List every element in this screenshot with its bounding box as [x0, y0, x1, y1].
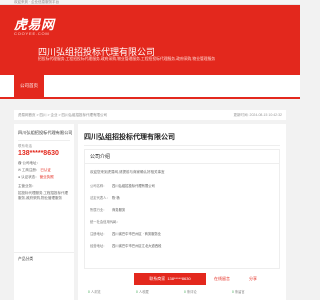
call-label: 联系商家	[149, 276, 166, 281]
info-key: 所属行业：	[90, 208, 107, 212]
page-title: 四川弘组招投标代理有限公司	[84, 134, 175, 141]
user-icon: ●	[18, 175, 21, 179]
sidebar-row-certification: ● 认证状态： 营业执照	[18, 175, 54, 180]
main-content: 四川弘组招投标代理有限公司 公司介绍 欢迎您来到虎易网,请提前与商家确认好相关事…	[78, 124, 286, 300]
info-row: 公司名称： 四川弘组招投标代理有限公司	[90, 183, 155, 188]
stats-bar: 0人浏览 0人收藏 0条评论 0条留言	[84, 288, 280, 300]
company-intro: 公司介绍 欢迎您来到虎易网,请提前与商家确认好相关事宜 公司名称： 四川弘组招投标…	[84, 149, 280, 269]
info-key: 法定代表人：	[90, 196, 110, 200]
sidebar: 四川弘组招投标代理有限公司 联系电话 138*****8630 ☎ 公司地址： …	[14, 124, 74, 300]
nav-item-home[interactable]: 公司首页	[14, 75, 44, 97]
info-row: 所属行业： 商务服务	[90, 207, 125, 212]
breadcrumb[interactable]: 虎易网首页 > 四川 > 企业 > 四川弘组招投标代理有限公司	[18, 110, 107, 120]
sidebar-row-address: ☎ 公司地址：	[18, 161, 40, 166]
product-categories: 产品分类	[14, 252, 74, 300]
main-nav: 公司首页	[0, 75, 300, 99]
info-key: 公司名称：	[90, 184, 107, 188]
logo-text: 虎易网	[14, 17, 55, 32]
stat-label: 条评论	[186, 290, 197, 294]
row-label: 公司地址：	[22, 161, 40, 165]
phone-icon: ☎	[18, 161, 22, 165]
row-label: 工商注册：	[21, 168, 40, 172]
site-logo[interactable]: 虎易网 COOYEE.COM	[14, 18, 55, 36]
sidebar-company-name: 四川弘组招投标代理有限公司	[18, 130, 73, 135]
mail-icon: ✉	[18, 168, 21, 172]
info-row: 注册地址： 四川省巴中市巴州区 · 商务服务业	[90, 231, 161, 236]
stat-favorites: 0人收藏	[136, 289, 149, 294]
contact-bar: 联系商家 138*****8630 在线留言 分享	[84, 272, 280, 286]
info-key: 注册地址：	[90, 232, 107, 236]
intro-header: 公司介绍	[85, 150, 279, 164]
intro-text: 欢迎您来到虎易网,请提前与商家确认好相关事宜	[90, 170, 165, 174]
stat-value: 0	[136, 290, 138, 294]
info-value: 四川省巴中市巴州区 · 商务服务业	[112, 232, 162, 236]
stat-messages: 0条留言	[232, 289, 245, 294]
call-phone: 138*****8630	[167, 276, 191, 281]
call-button[interactable]: 联系商家 138*****8630	[134, 273, 206, 285]
stat-label: 条留言	[234, 290, 245, 294]
stat-comments: 0条评论	[184, 289, 197, 294]
stat-views: 0人浏览	[88, 289, 101, 294]
info-key: 经营地址：	[90, 244, 107, 248]
info-value: 商务服务	[112, 208, 126, 212]
breadcrumb-bar: 虎易网首页 > 四川 > 企业 > 四川弘组招投标代理有限公司 更新时间: 20…	[14, 110, 286, 120]
business-lines: 招投标代理服务,工程招投标代理服务,政府采购,物业管理服务,工程招投标代理服务,…	[38, 57, 216, 61]
stat-label: 人浏览	[90, 290, 101, 294]
business-label: 主营业务：	[18, 184, 36, 188]
status-badge: 营业执照	[39, 175, 54, 179]
status-badge: 已认证	[40, 168, 51, 172]
site-header: 虎易网 COOYEE.COM 四川弘组招投标代理有限公司 招投标代理服务,工程招…	[0, 5, 300, 75]
info-value: 四川省巴中市巴州区江北大道西段	[112, 244, 162, 248]
message-button[interactable]: 在线留言	[214, 274, 230, 284]
stat-label: 人收藏	[138, 290, 149, 294]
product-categories-label: 产品分类	[18, 257, 34, 261]
divider	[84, 145, 280, 146]
info-row: 统一社会信用代码：—	[90, 219, 120, 224]
intro-heading: 公司介绍	[90, 154, 111, 160]
logo-subtext: COOYEE.COM	[14, 31, 50, 36]
info-key: 统一社会信用代码：	[90, 220, 120, 224]
stat-value: 0	[88, 290, 90, 294]
info-value: —	[112, 220, 116, 224]
contact-label: 联系电话	[18, 144, 32, 148]
info-row: 经营地址： 四川省巴中市巴州区江北大道西段	[90, 243, 161, 248]
divider	[18, 140, 70, 141]
info-value: 四川弘组招投标代理有限公司	[112, 184, 155, 188]
sidebar-business: 主营业务： 招投标代理服务,工程招投标代理服务,政府采购,物业管理服务	[18, 184, 71, 202]
row-label: 认证状态：	[21, 175, 39, 179]
contact-phone[interactable]: 138*****8630	[18, 150, 59, 157]
info-value: 陈·杨	[112, 196, 120, 200]
stat-value: 0	[184, 290, 186, 294]
share-button[interactable]: 分享	[249, 274, 257, 284]
info-row: 法定代表人： 陈·杨	[90, 195, 120, 200]
stat-value: 0	[232, 290, 234, 294]
business-text: 招投标代理服务,工程招投标代理服务,政府采购,物业管理服务	[18, 190, 68, 201]
sidebar-row-registration: ✉ 工商注册： 已认证	[18, 168, 51, 173]
update-time: 更新时间: 2024-08-15 10:42:32	[233, 113, 282, 117]
